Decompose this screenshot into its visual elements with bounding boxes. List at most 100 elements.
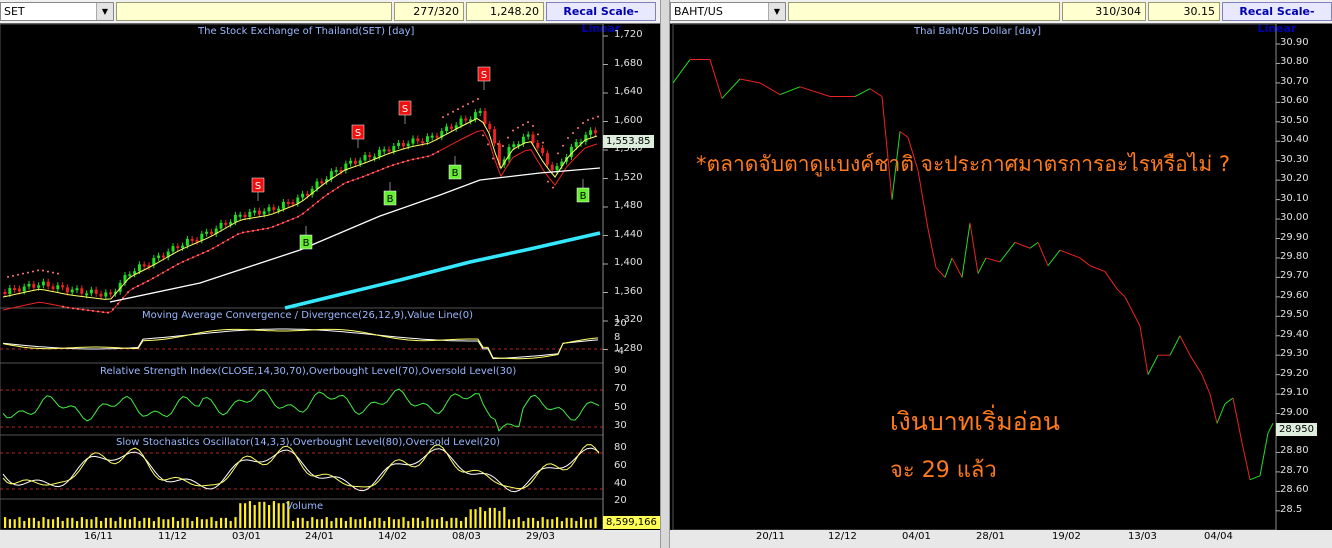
svg-text:S: S	[481, 70, 487, 81]
baht-price-segment	[1059, 249, 1081, 259]
parabolic-sar-dot	[247, 230, 249, 233]
volume-bar	[56, 517, 59, 528]
baht-price-tick-label: 30.00	[1280, 212, 1309, 224]
volume-bar	[200, 519, 203, 528]
price-tick-label: 1,520	[614, 171, 643, 183]
volume-bar	[488, 507, 491, 528]
candle-body	[541, 147, 545, 154]
baht-chart-area[interactable]	[670, 0, 1332, 548]
rsi-tick-label: 90	[614, 365, 627, 376]
rsi-title: Relative Strength Index(CLOSE,14,30,70),…	[100, 366, 517, 377]
candle-body	[483, 110, 487, 124]
baht-price-tick-label: 30.40	[1280, 134, 1309, 146]
baht-price-tick-label: 29.10	[1280, 387, 1309, 399]
candle-body	[238, 214, 242, 217]
parabolic-sar-dot	[537, 133, 539, 136]
volume-bar	[28, 517, 31, 528]
set-current-price-label: 1,553.85	[603, 135, 654, 148]
stoch-tick-label: 80	[614, 442, 627, 453]
candle-body	[277, 208, 281, 211]
parabolic-sar-dot	[417, 157, 419, 160]
baht-price-segment	[999, 242, 1016, 263]
parabolic-sar-dot	[557, 152, 559, 155]
baht-price-segment	[1029, 241, 1039, 249]
parabolic-sar-dot	[362, 175, 364, 178]
candle-body	[176, 246, 180, 249]
volume-bar	[503, 507, 506, 528]
parabolic-sar-dot	[587, 119, 589, 121]
candle-body	[190, 238, 194, 241]
parabolic-sar-dot	[142, 282, 144, 285]
volume-bar	[61, 520, 64, 528]
baht-price-segment	[1037, 242, 1049, 266]
parabolic-sar-dot	[212, 247, 214, 250]
panel-divider[interactable]	[660, 0, 670, 548]
candle-body	[531, 134, 535, 143]
parabolic-sar-dot	[157, 274, 159, 277]
volume-bar	[522, 521, 525, 528]
price-tick-label: 1,720	[614, 29, 643, 40]
set-chart-area[interactable]: S S S S B B B B	[0, 0, 660, 548]
candle-body	[181, 245, 185, 249]
volume-bar	[508, 519, 511, 528]
candle-body	[75, 288, 79, 291]
candle-body	[65, 287, 69, 293]
candle-body	[61, 285, 65, 288]
volume-bar	[167, 519, 170, 528]
parabolic-sar-dot	[517, 126, 519, 129]
parabolic-sar-dot	[477, 98, 479, 100]
baht-price-segment	[1232, 397, 1243, 443]
baht-x-axis-date-label: 04/01	[902, 531, 931, 542]
baht-price-segment	[1139, 325, 1149, 375]
parabolic-sar-dot	[472, 100, 474, 103]
volume-bar	[570, 517, 573, 528]
volume-bar	[263, 501, 266, 528]
sell-signal: S	[398, 100, 412, 124]
volume-bar	[330, 521, 333, 528]
parabolic-sar-dot	[527, 121, 529, 124]
volume-bar	[85, 519, 88, 528]
baht-price-tick-label: 29.90	[1280, 231, 1309, 243]
candle-body	[161, 255, 165, 258]
baht-price-segment	[951, 257, 963, 278]
svg-text:B: B	[303, 238, 310, 249]
candle-body	[545, 153, 549, 165]
parabolic-sar-dot	[242, 231, 244, 234]
parabolic-sar-dot	[52, 271, 54, 274]
volume-bar	[95, 517, 98, 528]
baht-price-segment	[944, 257, 953, 278]
volume-bar	[364, 517, 367, 528]
parabolic-sar-dot	[492, 157, 494, 160]
candle-body	[449, 126, 453, 129]
parabolic-sar-dot	[327, 193, 329, 196]
candle-body	[267, 207, 271, 212]
volume-bar	[532, 517, 535, 528]
parabolic-sar-dot	[22, 272, 24, 275]
parabolic-sar-dot	[197, 254, 199, 257]
baht-price-tick-label: 30.10	[1280, 192, 1309, 204]
volume-bar	[4, 517, 7, 528]
candle-body	[593, 130, 597, 134]
volume-bar	[306, 521, 309, 528]
baht-price-segment	[1189, 354, 1203, 375]
parabolic-sar-dot	[422, 156, 424, 159]
parabolic-sar-dot	[312, 204, 314, 207]
candle-body	[253, 210, 257, 213]
baht-price-segment	[1147, 354, 1159, 375]
parabolic-sar-dot	[562, 144, 564, 147]
candle-body	[526, 134, 530, 137]
parabolic-sar-dot	[397, 162, 399, 165]
candle-body	[281, 201, 285, 209]
volume-bar	[52, 519, 55, 528]
candle-body	[272, 207, 276, 210]
volume-bar	[469, 509, 472, 528]
candle-body	[353, 160, 357, 164]
volume-bar	[124, 519, 127, 528]
baht-current-price-label: 28.950	[1276, 423, 1317, 436]
candle-body	[377, 149, 381, 157]
baht-price-segment	[1104, 271, 1118, 290]
parabolic-sar-dot	[302, 212, 304, 215]
parabolic-sar-dot	[427, 155, 429, 158]
parabolic-sar-dot	[167, 268, 169, 271]
volume-bar	[479, 507, 482, 528]
